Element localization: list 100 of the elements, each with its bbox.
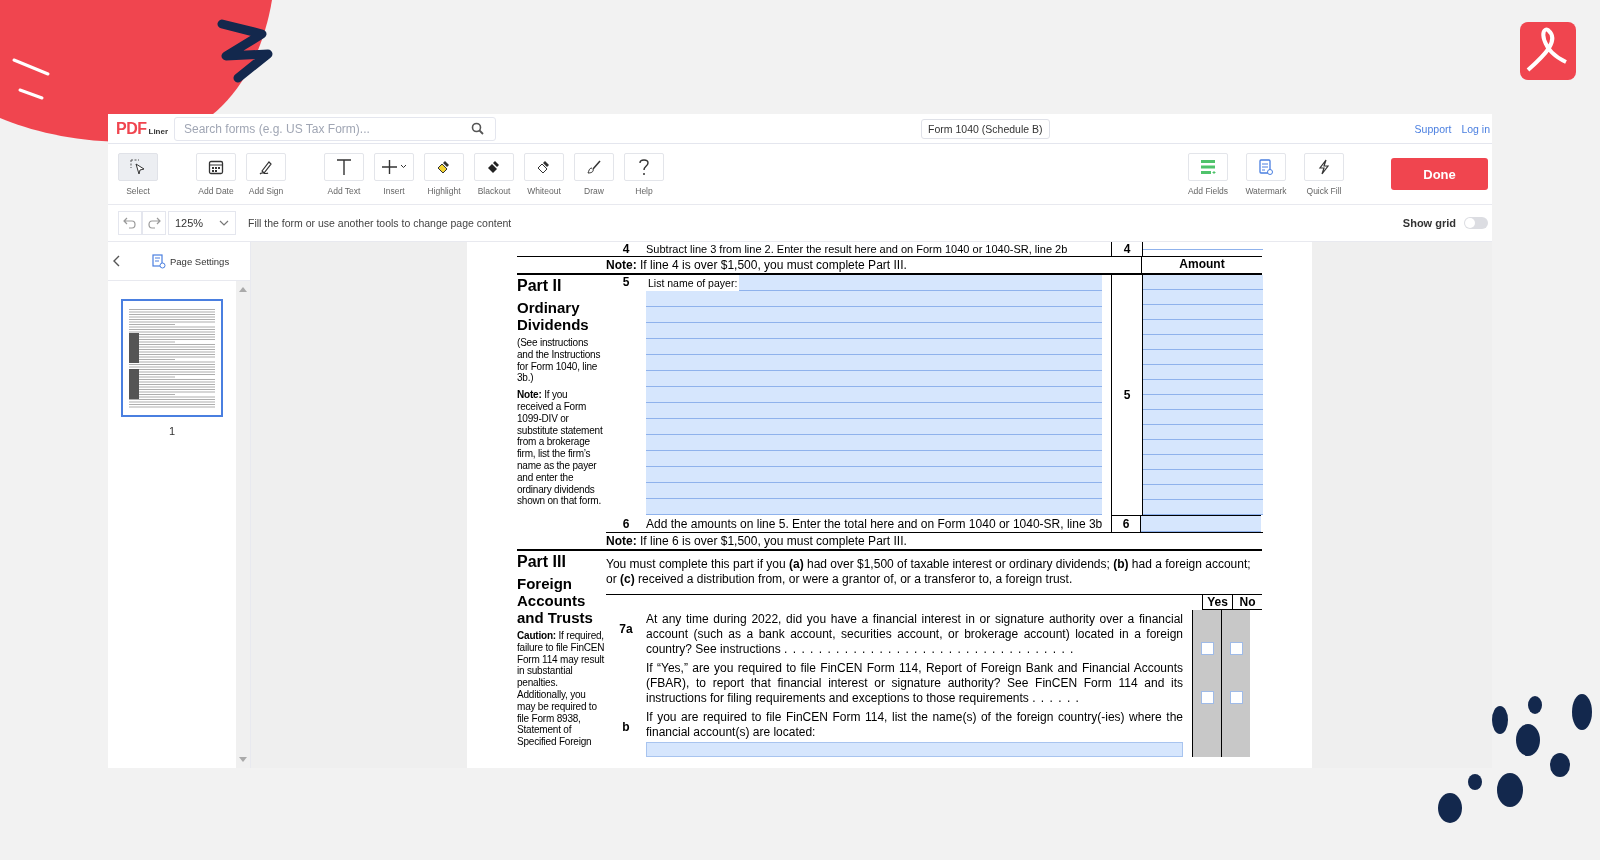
checkbox[interactable]	[1229, 642, 1243, 655]
checkbox[interactable]	[1200, 642, 1214, 655]
input-field[interactable]	[646, 307, 1102, 323]
brush-icon	[586, 158, 602, 175]
tool-button[interactable]: Add Fields	[1179, 152, 1237, 196]
tool-button[interactable]: Quick Fill	[1295, 152, 1353, 196]
header-link[interactable]: Support	[1414, 122, 1452, 135]
line-text: Add the amounts on line 5. Enter the total here and on Form 1040 or 1040-SR, line 3b	[646, 516, 1102, 531]
input-field[interactable]	[646, 451, 1102, 467]
toggle-switch[interactable]	[1464, 217, 1488, 229]
input-field[interactable]	[646, 742, 1183, 757]
note-text: Note: If you received a Form 1099-DIV or substitute statement from a brokerage firm, list the firm’s name as the payer and enter the ordinary dividends shown on that form.	[517, 389, 604, 508]
field-label: List name of payer:	[647, 277, 739, 289]
line-number: 5	[621, 275, 631, 291]
input-field[interactable]	[646, 467, 1102, 483]
pdf-logo-icon	[1520, 22, 1576, 80]
amount-field[interactable]	[1143, 365, 1263, 380]
chevron-down-icon	[219, 220, 229, 226]
arrow-down-icon[interactable]	[239, 757, 247, 762]
note-text: Note: If line 6 is over $1,500, you must complete Part III.	[606, 534, 908, 548]
amount-field[interactable]	[1141, 515, 1261, 532]
input-field[interactable]	[646, 371, 1102, 387]
plus-icon	[381, 158, 407, 175]
question-text: At any time during 2022, did you have a financial interest in or signature authority over a financial account (such as a bank account, securities account, or brokerage account) located in a foreign country? See instructions . . . . . . . . . . . . . . . . . . . . . . . . . . . . . . . . . .	[646, 611, 1183, 658]
search-icon[interactable]	[471, 121, 484, 135]
input-field[interactable]	[646, 355, 1102, 371]
amount-field[interactable]	[1143, 485, 1263, 500]
amount-field[interactable]	[1143, 500, 1263, 515]
help-icon	[638, 157, 650, 176]
input-field[interactable]	[646, 291, 1102, 307]
input-field[interactable]	[646, 499, 1102, 515]
document-title: Form 1040 (Schedule B)	[921, 118, 1050, 139]
column-header: Amount	[1141, 257, 1262, 273]
hint-text: Fill the form or use another tools to change page content	[248, 217, 512, 229]
checkbox[interactable]	[1229, 691, 1243, 704]
amount-field[interactable]	[1143, 275, 1263, 290]
cursor-icon	[130, 158, 146, 175]
chevron-left-icon[interactable]	[112, 255, 120, 267]
tool-button[interactable]: Watermark	[1237, 152, 1295, 196]
header-link[interactable]: Log in	[1461, 122, 1490, 135]
undo-icon	[123, 217, 137, 229]
squiggle-drawing	[217, 19, 273, 83]
search-field[interactable]: Search forms (e.g. US Tax Form)...	[174, 116, 496, 141]
amount-field[interactable]	[1143, 455, 1263, 470]
amount-field[interactable]	[1143, 440, 1263, 455]
amount-field[interactable]	[1143, 425, 1263, 440]
calendar-icon	[208, 158, 224, 175]
instruction-text: You must complete this part if you (a) had over $1,500 of taxable interest or ordinary dividends; (b) had a foreign account; or (c) received a distribution from, or were a grantor of, or a transferor to, a foreign trust.	[606, 551, 1262, 595]
document-icon	[1258, 158, 1274, 175]
page-thumbnail[interactable]	[121, 299, 223, 417]
lightning-icon	[1316, 158, 1332, 175]
line-number: b	[622, 720, 630, 734]
amount-field[interactable]	[1143, 305, 1263, 320]
input-field[interactable]	[646, 435, 1102, 451]
scrollbar[interactable]	[236, 281, 250, 768]
arrow-up-icon[interactable]	[239, 287, 247, 292]
input-field[interactable]	[646, 339, 1102, 355]
line-number: 4	[621, 242, 631, 256]
fields-icon	[1200, 158, 1216, 175]
amount-field[interactable]	[1143, 380, 1263, 395]
toggle-label: Show grid	[1402, 217, 1456, 229]
zoom-dropdown[interactable]: 125%	[168, 211, 236, 235]
text-icon	[336, 157, 352, 176]
amount-field[interactable]	[1143, 320, 1263, 335]
redo-icon	[147, 217, 161, 229]
note-text: Note: If line 4 is over $1,500, you must complete Part III.	[606, 258, 908, 272]
input-field[interactable]	[646, 419, 1102, 435]
input-field[interactable]	[646, 483, 1102, 499]
brush-icon	[436, 158, 452, 175]
amount-field[interactable]	[1143, 335, 1263, 350]
undo-button[interactable]	[118, 211, 142, 235]
part-title: Foreign Accounts and Trusts	[517, 575, 594, 626]
amount-field[interactable]	[1143, 410, 1263, 425]
input-field[interactable]	[739, 275, 1102, 291]
line-number: 6	[621, 516, 631, 531]
brush-icon	[486, 158, 502, 175]
input-field[interactable]	[646, 323, 1102, 339]
brush-icon	[536, 158, 552, 175]
instruction-text: (See instructions and the Instructions for Form 1040, line 3b.)	[517, 337, 602, 385]
caution-text: Caution: If required, failure to file FinCEN Form 114 may result in substantial penalties. Additionally, you may be required to file Form 8938, Statement of Specified Foreign	[517, 630, 606, 748]
part-heading: Part II	[517, 277, 563, 295]
input-field[interactable]	[646, 403, 1102, 419]
page-settings-icon	[152, 253, 166, 269]
part-heading: Part III	[517, 553, 567, 571]
checkbox[interactable]	[1200, 691, 1214, 704]
page-settings-button[interactable]: Page Settings	[152, 253, 230, 269]
amount-field[interactable]	[1143, 290, 1263, 305]
question-text: If you are required to file FinCEN Form 114, list the name(s) of the foreign country(-ies) where the financial account(s) are located:	[646, 709, 1183, 741]
logo[interactable]: PDF Liner	[116, 119, 174, 138]
box-number: 5	[1123, 388, 1131, 402]
redo-button[interactable]	[142, 211, 166, 235]
part-title: Ordinary Dividends	[517, 299, 590, 333]
page-number: 1	[168, 425, 176, 437]
amount-field[interactable]	[1143, 395, 1263, 410]
amount-field[interactable]	[1143, 470, 1263, 485]
line-number: 7a	[619, 622, 633, 636]
question-text: If “Yes,” are you required to file FinCEN Form 114, Report of Foreign Bank and Financial Accounts (FBAR), to report that financial interest or signature authority? See FinCEN Form 114 and its instructions for filing requirements and exceptions to those requirements . . . . . .	[646, 660, 1183, 707]
done-button[interactable]: Done	[1391, 158, 1488, 190]
input-field[interactable]	[646, 387, 1102, 403]
amount-field[interactable]	[1143, 350, 1263, 365]
